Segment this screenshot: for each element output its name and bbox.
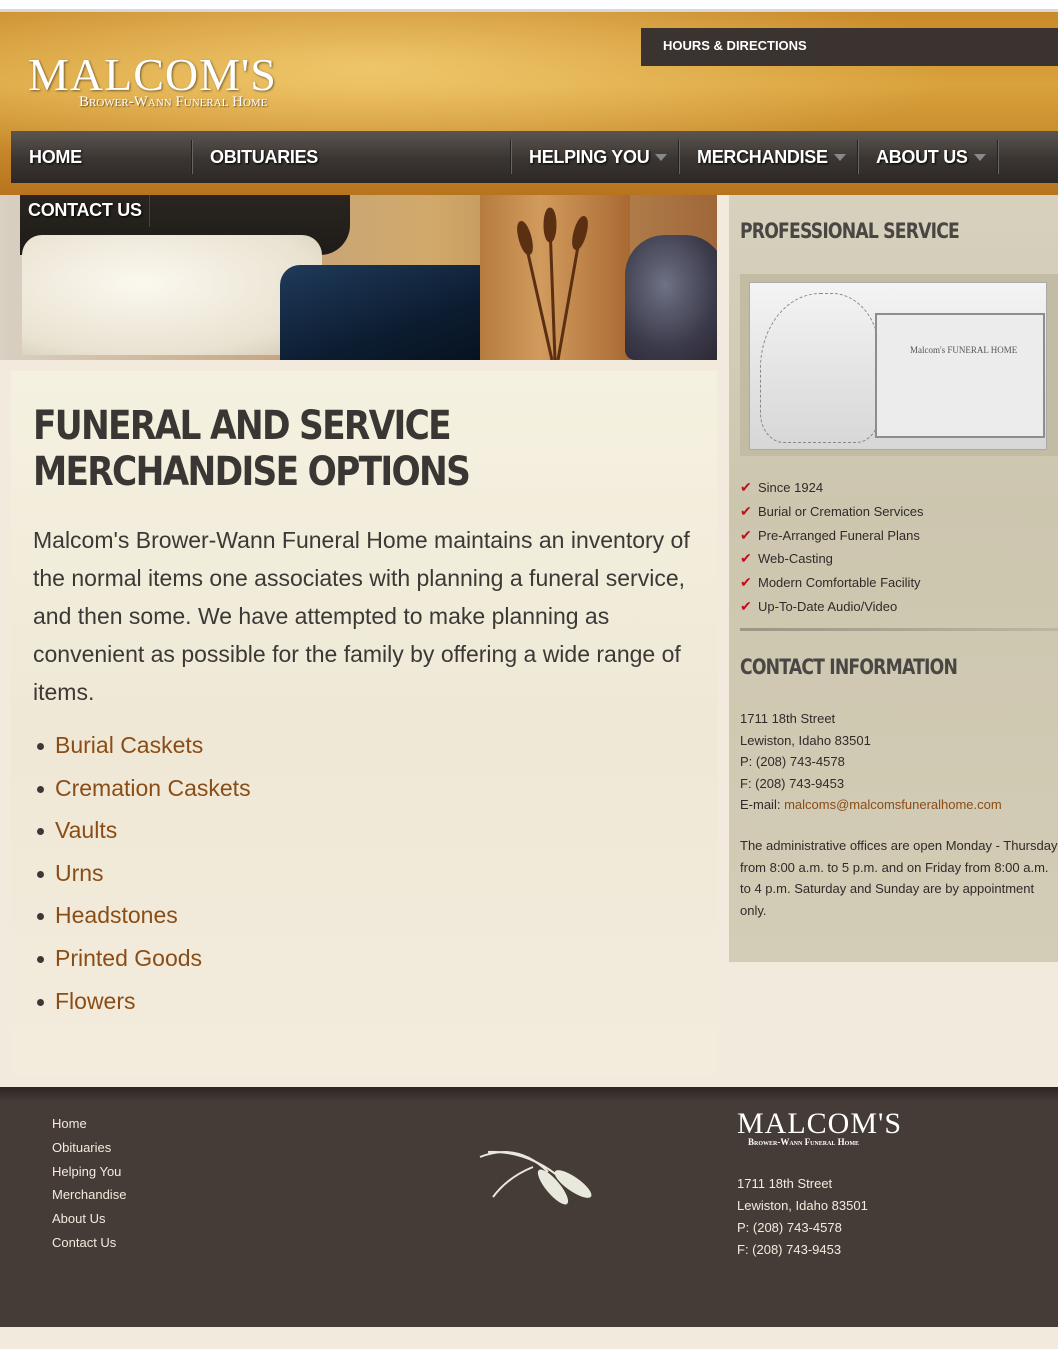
nav-helping-you[interactable]: HELPING YOU (529, 131, 650, 183)
footer-fax: F: (208) 743-9453 (737, 1242, 842, 1257)
sidebar: PROFESSIONAL SERVICE Malcom's FUNERAL HO… (729, 195, 1058, 962)
contact-email-row: E-mail: malcoms@malcomsfuneralhome.com (740, 794, 1002, 816)
urn-shape (625, 235, 717, 360)
features-list: Since 1924 Burial or Cremation Services … (740, 476, 923, 619)
footer-link-helping-you[interactable]: Helping You (52, 1160, 126, 1184)
footer-address-line2: Lewiston, Idaho 83501 (737, 1198, 868, 1213)
main-nav: HOME OBITUARIES HELPING YOU MERCHANDISE … (11, 131, 1058, 183)
nav-about-us[interactable]: ABOUT US (876, 131, 968, 183)
chevron-down-icon (974, 154, 986, 161)
merch-link-cremation-caskets[interactable]: Cremation Caskets (33, 767, 251, 810)
contact-fax: F: (208) 743-9453 (740, 775, 845, 791)
footer-address: 1711 18th Street Lewiston, Idaho 83501 P… (737, 1173, 868, 1261)
merch-link-headstones[interactable]: Headstones (33, 894, 251, 937)
professional-service-heading: PROFESSIONAL SERVICE (740, 219, 960, 243)
email-label: E-mail: (740, 797, 785, 812)
feature-item: Up-To-Date Audio/Video (740, 595, 923, 619)
nav-divider (678, 140, 680, 174)
building-photo-frame: Malcom's FUNERAL HOME (740, 274, 1058, 456)
footer-link-obituaries[interactable]: Obituaries (52, 1136, 126, 1160)
merch-link-burial-caskets[interactable]: Burial Caskets (33, 724, 251, 767)
top-border (0, 0, 1058, 12)
casket-interior-shape (22, 235, 322, 355)
footer-link-merchandise[interactable]: Merchandise (52, 1183, 126, 1207)
nav-divider (510, 140, 512, 174)
contact-information-heading: CONTACT INFORMATION (740, 655, 958, 679)
nav-merchandise[interactable]: MERCHANDISE (697, 131, 828, 183)
hours-directions-link[interactable]: HOURS & DIRECTIONS (641, 28, 1058, 66)
merch-link-printed-goods[interactable]: Printed Goods (33, 937, 251, 980)
site-logo[interactable]: MALCOM'S Brower-Wann Funeral Home (28, 52, 277, 111)
merch-link-flowers[interactable]: Flowers (33, 980, 251, 1023)
nav-contact-us[interactable]: CONTACT US (28, 200, 142, 221)
contact-address-line2: Lewiston, Idaho 83501 (740, 732, 871, 748)
footer-links: Home Obituaries Helping You Merchandise … (52, 1112, 126, 1255)
contact-address-line1: 1711 18th Street (740, 711, 836, 726)
merch-link-vaults[interactable]: Vaults (33, 809, 251, 852)
logo-main-text: MALCOM'S (28, 49, 277, 100)
tree-sketch (760, 293, 880, 443)
nav-divider (857, 140, 859, 174)
footer-link-about-us[interactable]: About Us (52, 1207, 126, 1231)
page-title: FUNERAL AND SERVICE MERCHANDISE OPTIONS (33, 403, 471, 495)
sidebar-divider (740, 628, 1058, 631)
contact-info: 1711 18th Street Lewiston, Idaho 83501 P… (740, 708, 1002, 816)
nav-divider (191, 140, 193, 174)
nav-home[interactable]: HOME (29, 131, 82, 183)
wheat-icon (479, 1150, 592, 1205)
nav-divider (149, 195, 150, 227)
chevron-down-icon (834, 154, 846, 161)
footer-phone: P: (208) 743-4578 (737, 1220, 842, 1235)
footer-logo[interactable]: MALCOM'S Brower-Wann Funeral Home (737, 1107, 903, 1148)
wheat-engraving-icon (517, 207, 588, 360)
feature-item: Web-Casting (740, 547, 923, 571)
feature-item: Since 1924 (740, 476, 923, 500)
building-sign: Malcom's FUNERAL HOME (910, 345, 1018, 355)
footer-link-contact-us[interactable]: Contact Us (52, 1231, 126, 1255)
logo-sub-text: Brower-Wann Funeral Home (79, 94, 268, 110)
footer-link-home[interactable]: Home (52, 1112, 126, 1136)
office-hours-text: The administrative offices are open Mond… (740, 838, 1058, 918)
building-photo: Malcom's FUNERAL HOME (749, 282, 1047, 450)
building-sketch (875, 313, 1045, 438)
intro-paragraph: Malcom's Brower-Wann Funeral Home mainta… (33, 527, 690, 705)
footer-address-line1: 1711 18th Street (737, 1176, 833, 1191)
feature-item: Modern Comfortable Facility (740, 571, 923, 595)
nav-divider (997, 140, 999, 174)
feature-item: Burial or Cremation Services (740, 500, 923, 524)
chevron-down-icon (655, 154, 667, 161)
email-link[interactable]: malcoms@malcomsfuneralhome.com (784, 797, 1002, 812)
footer-logo-main-text: MALCOM'S (737, 1107, 903, 1140)
wood-panel-shape (480, 195, 630, 360)
merchandise-list: Burial Caskets Cremation Caskets Vaults … (33, 724, 251, 1022)
main-content: FUNERAL AND SERVICE MERCHANDISE OPTIONS … (11, 371, 717, 1077)
merch-link-urns[interactable]: Urns (33, 852, 251, 895)
feature-item: Pre-Arranged Funeral Plans (740, 524, 923, 548)
contact-phone: P: (208) 743-4578 (740, 754, 845, 769)
nav-obituaries[interactable]: OBITUARIES (210, 131, 318, 183)
site-footer: Home Obituaries Helping You Merchandise … (0, 1087, 1058, 1327)
